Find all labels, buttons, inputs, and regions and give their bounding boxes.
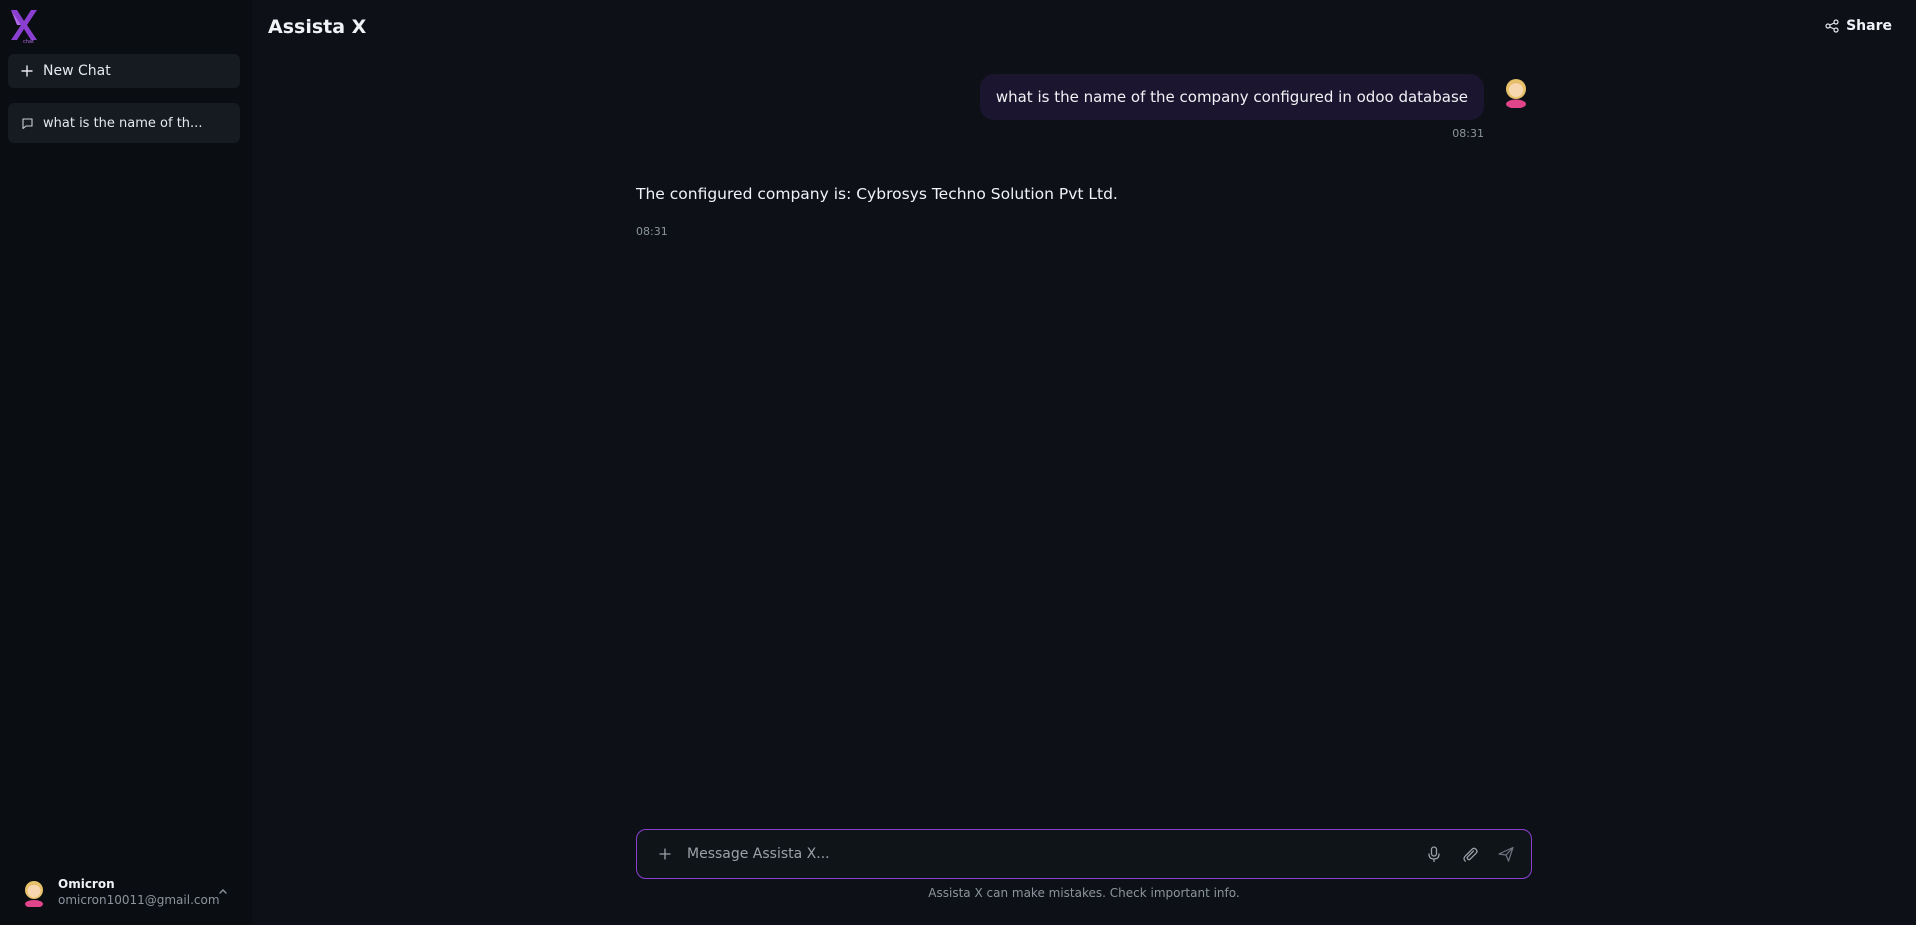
new-chat-button[interactable]: New Chat: [8, 54, 240, 88]
message-timestamp: 08:31: [1452, 127, 1484, 140]
svg-text:chat: chat: [23, 39, 34, 44]
assistant-message: The configured company is: Cybrosys Tech…: [636, 185, 1118, 203]
user-email: omicron10011@gmail.com: [58, 893, 220, 907]
message-composer: [636, 829, 1532, 879]
send-icon[interactable]: [1497, 845, 1515, 863]
share-label: Share: [1846, 18, 1892, 34]
new-chat-label: New Chat: [43, 63, 111, 79]
avatar: [1506, 79, 1526, 108]
user-name: Omicron: [58, 877, 115, 891]
share-icon: [1825, 19, 1839, 33]
paperclip-icon[interactable]: [1461, 845, 1479, 863]
message-timestamp: 08:31: [636, 225, 668, 238]
plus-icon: [21, 65, 33, 77]
disclaimer-text: Assista X can make mistakes. Check impor…: [928, 886, 1240, 900]
user-message-bubble: what is the name of the company configur…: [979, 74, 1484, 120]
share-button[interactable]: Share: [1825, 18, 1892, 34]
avatar: [25, 881, 43, 907]
user-profile[interactable]: Omicron omicron10011@gmail.com: [20, 872, 230, 912]
chevron-up-icon[interactable]: [216, 884, 230, 898]
sidebar: chat New Chat what is the name of th... …: [0, 0, 252, 925]
assista-x-logo[interactable]: chat: [8, 8, 38, 44]
history-item-label: what is the name of th...: [43, 115, 203, 131]
microphone-icon[interactable]: [1425, 845, 1443, 863]
plus-icon[interactable]: [657, 846, 673, 862]
sidebar-history-item[interactable]: what is the name of th...: [8, 103, 240, 143]
message-input[interactable]: [687, 846, 1407, 862]
chat-bubble-icon: [22, 117, 33, 129]
page-title: Assista X: [268, 16, 367, 38]
